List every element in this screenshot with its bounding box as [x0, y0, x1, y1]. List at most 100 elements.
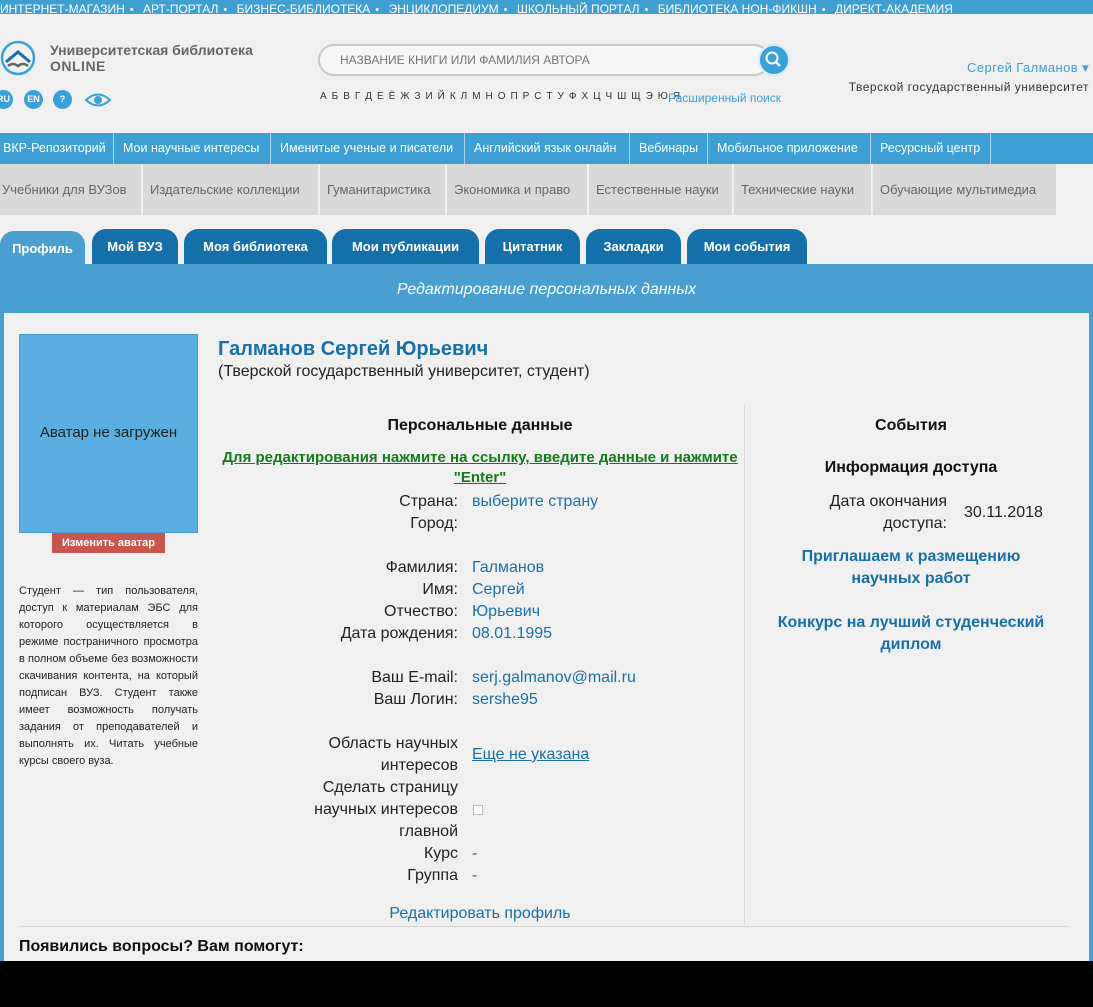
nav-english-online[interactable]: Английский язык онлайн [466, 133, 630, 164]
primary-nav: ВКР-Репозиторий Мои научные интересы Име… [0, 133, 1093, 164]
edit-profile-link[interactable]: Редактировать профиль [218, 905, 742, 923]
nav-webinars[interactable]: Вебинары [631, 133, 708, 164]
access-end-date: 30.11.2018 [964, 504, 1043, 521]
group-label: Группа [407, 867, 458, 884]
birth-date-field[interactable]: 08.01.1995 [472, 623, 552, 645]
course-label: Курс [423, 845, 458, 862]
nav-famous-scientists[interactable]: Именитые ученые и писатели [272, 133, 465, 164]
diploma-contest-link-line1[interactable]: Конкурс на лучший студенческий [745, 612, 1077, 634]
invite-papers-link-line1[interactable]: Приглашаем к размещению [745, 546, 1077, 568]
section-divider [19, 926, 1069, 927]
eye-icon[interactable] [84, 92, 112, 108]
alphabet-index[interactable]: А Б В Г Д Е Ё Ж З И Й К Л М Н О П Р С Т … [320, 91, 681, 102]
nav-mobile-app[interactable]: Мобильное приложение [709, 133, 871, 164]
name-field[interactable]: Сергей [472, 579, 525, 601]
country-field[interactable]: выберите страну [472, 491, 598, 513]
top-link[interactable]: ДИРЕКТ-АКАДЕМИЯ [835, 3, 953, 14]
group-field[interactable]: - [472, 865, 477, 887]
top-links-bar: ИНТЕРНЕТ-МАГАЗИН • АРТ-ПОРТАЛ • БИЗНЕС-БИБ… [0, 0, 1093, 14]
main-page-label-line3: главной [399, 823, 458, 840]
course-field[interactable]: - [472, 843, 477, 865]
tab-my-library[interactable]: Моя библиотека [184, 229, 327, 264]
nav-multimedia[interactable]: Обучающие мультимедиа [873, 164, 1057, 215]
access-info-title: Информация доступа [824, 459, 998, 476]
diploma-contest-link-line2[interactable]: диплом [745, 634, 1077, 656]
interests-label-line1: Область научных [328, 735, 458, 752]
top-link[interactable]: БИБЛИОТЕКА НОН-ФИКШН [658, 3, 817, 14]
country-label: Страна: [399, 493, 458, 510]
tab-bookmarks[interactable]: Закладки [586, 229, 681, 264]
search-input[interactable] [318, 44, 770, 76]
nav-humanities[interactable]: Гуманитаристика [320, 164, 446, 215]
separator-dot: • [129, 4, 134, 14]
site-header: Университетская библиотека ONLINE RU EN … [0, 14, 1093, 133]
patronymic-label: Отчество: [384, 603, 458, 620]
book-logo-icon [0, 40, 36, 76]
access-end-label-line2: доступа: [883, 515, 947, 532]
avatar-placeholder: Аватар не загружен [19, 334, 198, 533]
user-university: Тверской государственный университет [848, 80, 1089, 94]
search-bar [318, 44, 790, 76]
user-menu[interactable]: Сергей Галманов ▾ [967, 60, 1089, 76]
lang-en-button[interactable]: EN [24, 90, 43, 109]
user-full-name: Галманов Сергей Юрьевич [218, 338, 489, 360]
change-avatar-button[interactable]: Изменить аватар [52, 533, 165, 553]
access-end-label: Дата окончания доступа: [745, 491, 947, 535]
nav-vkr-repository[interactable]: ВКР-Репозиторий [0, 133, 114, 164]
nav-publisher-collections[interactable]: Издательские коллекции [143, 164, 319, 215]
surname-field[interactable]: Галманов [472, 557, 544, 579]
personal-data-section: Персональные данные Для редактирования н… [218, 405, 742, 925]
site-logo[interactable]: Университетская библиотека ONLINE [0, 40, 300, 80]
invite-papers-link-line2[interactable]: научных работ [745, 568, 1077, 590]
nav-economics-law[interactable]: Экономика и право [447, 164, 588, 215]
separator-dot: • [644, 4, 649, 14]
email-field[interactable]: serj.galmanov@mail.ru [472, 667, 636, 689]
separator-dot: • [223, 4, 228, 14]
login-label: Ваш Логин: [373, 691, 458, 708]
email-label: Ваш E-mail: [371, 669, 458, 686]
lang-ru-button[interactable]: RU [0, 90, 13, 109]
tab-profile[interactable]: Профиль [0, 231, 85, 264]
tab-my-events[interactable]: Мои события [687, 229, 807, 264]
events-section: События Информация доступа Дата окончани… [745, 405, 1077, 925]
tab-my-university[interactable]: Мой ВУЗ [92, 229, 178, 264]
profile-panel: Аватар не загружен Изменить аватар Студе… [0, 309, 1093, 961]
separator-dot: • [821, 4, 826, 14]
main-page-label-line1: Сделать страницу [322, 779, 458, 796]
top-link[interactable]: ИНТЕРНЕТ-МАГАЗИН [0, 3, 125, 14]
tab-my-publications[interactable]: Мои публикации [332, 229, 479, 264]
events-title: События [875, 417, 947, 434]
nav-resource-center[interactable]: Ресурсный центр [872, 133, 991, 164]
user-affiliation: (Тверской государственный университет, с… [218, 363, 590, 380]
login-field[interactable]: sershe95 [472, 689, 538, 711]
interests-label-line2: интересов [380, 757, 458, 774]
nav-natural-sciences[interactable]: Естественные науки [589, 164, 733, 215]
surname-label: Фамилия: [385, 559, 458, 576]
role-description: Студент — тип пользователя, доступ к мат… [19, 585, 198, 767]
interests-link[interactable]: Еще не указана [472, 744, 589, 766]
help-button[interactable]: ? [53, 90, 72, 109]
top-link[interactable]: ЭНЦИКЛОПЕДИУМ [389, 3, 499, 14]
access-end-label-line1: Дата окончания [829, 493, 947, 510]
tab-quotes[interactable]: Цитатник [485, 229, 580, 264]
main-page-checkbox[interactable] [473, 805, 483, 815]
patronymic-field[interactable]: Юрьевич [472, 601, 540, 623]
page-title-banner: Редактирование персональных данных [0, 264, 1093, 309]
top-link[interactable]: ШКОЛЬНЫЙ ПОРТАЛ [517, 3, 640, 14]
birth-date-label: Дата рождения: [340, 625, 458, 642]
personal-data-title: Персональные данные [387, 417, 573, 434]
edit-hint-link[interactable]: Для редактирования нажмите на ссылку, вв… [218, 448, 742, 488]
advanced-search-link[interactable]: Расширенный поиск [668, 91, 781, 105]
separator-dot: • [503, 4, 508, 14]
search-button[interactable] [758, 44, 790, 76]
top-link[interactable]: АРТ-ПОРТАЛ [143, 3, 218, 14]
search-icon [765, 51, 781, 67]
nav-university-textbooks[interactable]: Учебники для ВУЗов [0, 164, 142, 215]
separator-dot: • [375, 4, 380, 14]
profile-tabs: Профиль Мой ВУЗ Моя библиотека Мои публи… [0, 215, 1093, 264]
secondary-nav: Учебники для ВУЗов Издательские коллекци… [0, 164, 1093, 215]
top-link[interactable]: БИЗНЕС-БИБЛИОТЕКА [237, 3, 371, 14]
nav-my-interests[interactable]: Мои научные интересы [115, 133, 271, 164]
nav-technical-sciences[interactable]: Технические науки [734, 164, 872, 215]
logo-title: Университетская библиотека [50, 42, 253, 58]
